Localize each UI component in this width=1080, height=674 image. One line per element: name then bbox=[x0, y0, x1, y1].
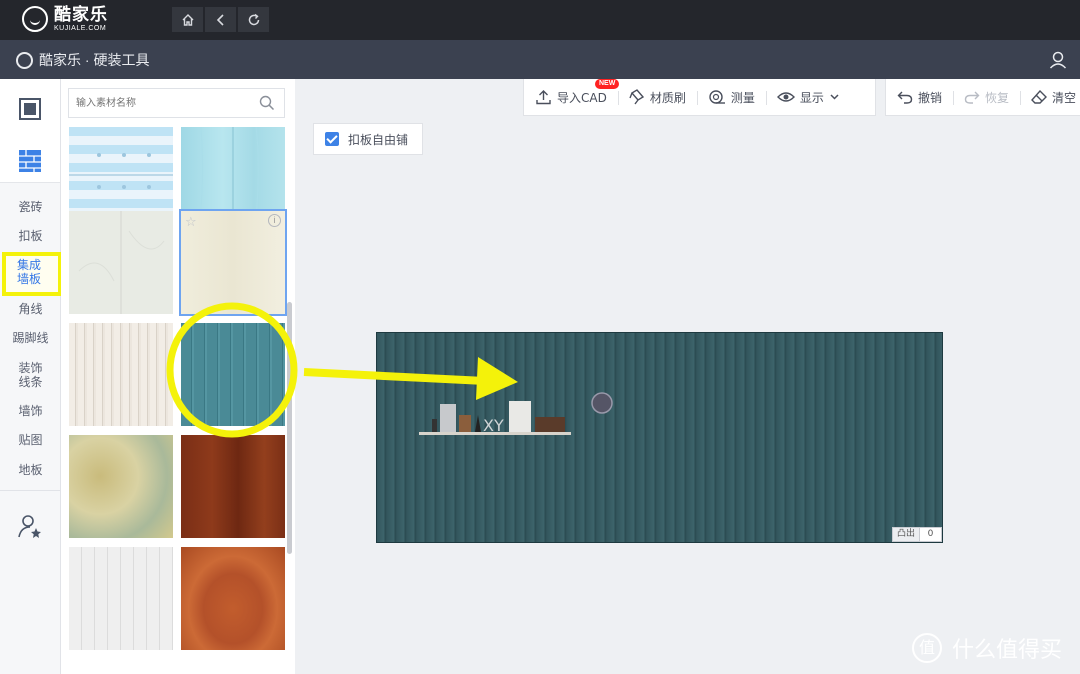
tape-measure-icon bbox=[709, 90, 725, 104]
redo-button[interactable]: 恢复 bbox=[953, 89, 1020, 106]
clear-button[interactable]: 清空 bbox=[1020, 89, 1080, 106]
search-input[interactable] bbox=[69, 89, 249, 117]
back-button[interactable] bbox=[205, 7, 236, 32]
import-cad-label: 导入CAD bbox=[557, 90, 607, 105]
eye-icon bbox=[776, 92, 795, 102]
search-icon[interactable] bbox=[259, 95, 275, 111]
edit-toolbar: 撤销 恢复 清空 bbox=[885, 79, 1080, 116]
wall-elevation[interactable]: XY bbox=[376, 332, 943, 543]
home-icon bbox=[182, 13, 193, 26]
protrude-field[interactable]: 凸出 0 bbox=[892, 527, 942, 542]
category-skirting[interactable]: 踢脚线 bbox=[0, 331, 61, 345]
redo-label: 恢复 bbox=[985, 90, 1010, 105]
category-floor[interactable]: 地板 bbox=[0, 463, 61, 477]
undo-icon bbox=[897, 91, 913, 104]
material-thumb-white-marble[interactable] bbox=[69, 211, 173, 314]
info-icon[interactable]: i bbox=[268, 214, 281, 227]
new-badge: NEW bbox=[595, 79, 620, 89]
shelf-vase bbox=[475, 415, 481, 432]
category-ceiling-board[interactable]: 扣板 bbox=[0, 229, 61, 243]
category-texture[interactable]: 贴图 bbox=[0, 433, 61, 447]
back-icon bbox=[216, 13, 224, 26]
material-thumb-teal-fluted[interactable] bbox=[181, 323, 285, 426]
material-thumb-dark-red-wood[interactable] bbox=[181, 435, 285, 538]
material-thumb-white-vertical[interactable] bbox=[69, 547, 173, 650]
category-corner-line[interactable]: 角线 bbox=[0, 302, 61, 316]
category-decor-line[interactable]: 装饰线条 bbox=[0, 361, 61, 389]
shelf-frame bbox=[509, 401, 531, 432]
main-toolbar: 导入CAD 材质刷 测量 显示 bbox=[523, 79, 876, 116]
panel-scrollbar[interactable] bbox=[287, 302, 292, 554]
tool-title-text: 酷家乐 · 硬装工具 bbox=[39, 52, 150, 68]
wall-panel-icon[interactable] bbox=[17, 148, 43, 174]
undo-label: 撤销 bbox=[918, 90, 943, 105]
material-thumb-cream-fluted[interactable] bbox=[69, 323, 173, 426]
redo-icon bbox=[964, 91, 980, 104]
refresh-button[interactable] bbox=[238, 7, 269, 32]
logo-mini-icon bbox=[16, 51, 33, 69]
chevron-down-icon bbox=[830, 94, 839, 100]
title-bar: 酷家乐 KUJIALE.COM bbox=[0, 0, 1080, 40]
tool-title: 酷家乐 · 硬装工具 bbox=[16, 50, 149, 70]
category-wall-decor[interactable]: 墙饰 bbox=[0, 404, 61, 418]
upload-icon bbox=[536, 90, 551, 105]
undo-button[interactable]: 撤销 bbox=[886, 89, 953, 106]
wall-clock bbox=[591, 392, 613, 414]
shelf-box bbox=[459, 415, 471, 432]
shelf-books bbox=[535, 417, 565, 432]
user-account-icon[interactable] bbox=[1048, 50, 1068, 70]
import-cad-button[interactable]: 导入CAD bbox=[524, 89, 618, 106]
material-thumb-orange-wood-grain[interactable] bbox=[181, 547, 285, 650]
category-tile[interactable]: 瓷砖 bbox=[0, 200, 61, 214]
user-favorites-icon[interactable] bbox=[17, 513, 43, 539]
protrude-value[interactable]: 0 bbox=[920, 528, 941, 541]
protrude-label: 凸出 bbox=[893, 528, 920, 541]
watermark: 值 什么值得买 bbox=[912, 632, 1062, 664]
search-box[interactable] bbox=[68, 88, 285, 118]
eraser-icon bbox=[1031, 90, 1048, 104]
free-pave-label: 扣板自由铺 bbox=[348, 132, 409, 147]
favorite-star-icon[interactable]: ☆ bbox=[185, 214, 197, 230]
material-brush-label: 材质刷 bbox=[649, 90, 686, 105]
display-dropdown[interactable]: 显示 bbox=[765, 89, 850, 106]
refresh-icon bbox=[248, 13, 259, 25]
clear-label: 清空 bbox=[1052, 90, 1077, 105]
wall-decor-group: XY bbox=[419, 392, 613, 435]
watermark-icon: 值 bbox=[912, 633, 942, 663]
logo-icon bbox=[22, 6, 48, 32]
free-pave-checkbox[interactable] bbox=[325, 132, 339, 146]
home-button[interactable] bbox=[172, 7, 203, 32]
category-integrated-wall-panel[interactable]: 集成墙板 bbox=[0, 258, 58, 286]
logo-domain: KUJIALE.COM bbox=[54, 25, 107, 32]
material-brush-button[interactable]: 材质刷 bbox=[617, 89, 697, 106]
shelf-letters: XY bbox=[483, 416, 504, 435]
watermark-text: 什么值得买 bbox=[952, 638, 1063, 663]
sub-header: 酷家乐 · 硬装工具 bbox=[0, 40, 1080, 79]
free-pave-toggle[interactable]: 扣板自由铺 bbox=[313, 123, 423, 155]
app-logo[interactable]: 酷家乐 KUJIALE.COM bbox=[22, 6, 108, 32]
brush-icon bbox=[629, 89, 644, 105]
measure-label: 测量 bbox=[730, 90, 755, 105]
material-thumb-cream-wood[interactable]: ☆ i bbox=[179, 209, 287, 316]
display-label: 显示 bbox=[799, 90, 824, 105]
frame-icon[interactable] bbox=[17, 96, 43, 122]
shelf-bottle bbox=[432, 419, 437, 432]
material-thumb-yellow-green-marble[interactable] bbox=[69, 435, 173, 538]
shelf-book bbox=[440, 404, 456, 432]
measure-button[interactable]: 测量 bbox=[696, 89, 766, 106]
logo-name: 酷家乐 bbox=[54, 5, 108, 24]
